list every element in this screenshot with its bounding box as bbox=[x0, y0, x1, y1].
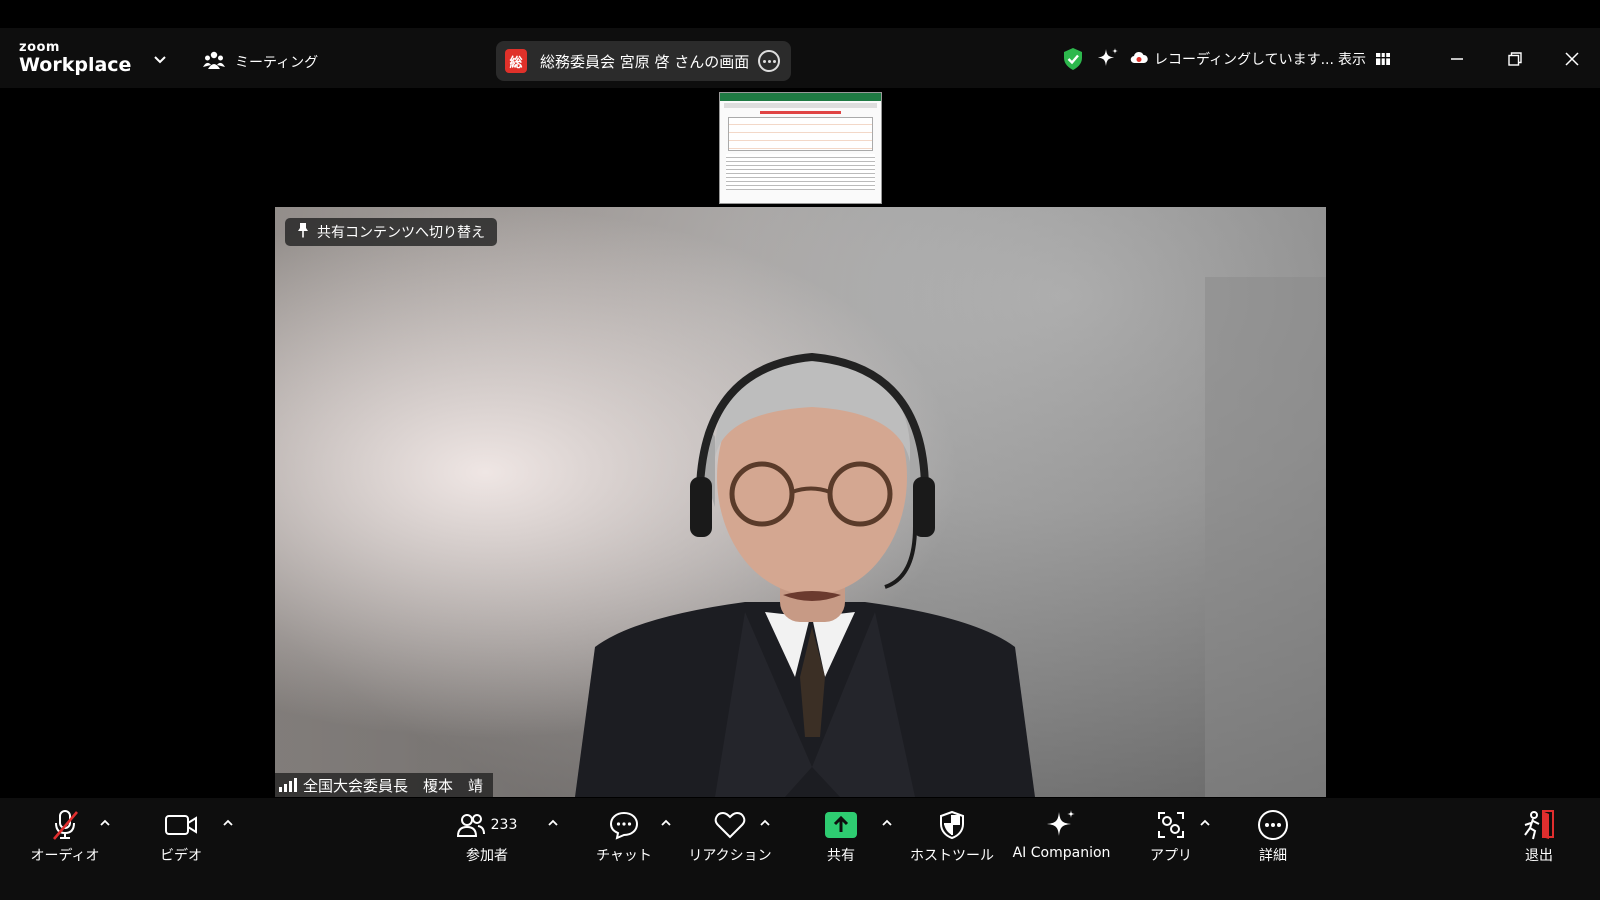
meeting-menu[interactable]: ミーティング bbox=[203, 50, 318, 74]
apps-grid-icon bbox=[1156, 808, 1186, 842]
host-tools-label: ホストツール bbox=[910, 848, 994, 864]
video-camera-icon bbox=[164, 808, 198, 842]
participants-button[interactable]: 233 参加者 bbox=[432, 808, 542, 865]
window-top-strip bbox=[0, 0, 1600, 28]
logo-workplace-text: Workplace bbox=[19, 54, 132, 76]
reactions-label: リアクション bbox=[688, 848, 772, 864]
participant-name: 全国大会委員長 榎本 靖 bbox=[303, 776, 484, 795]
active-speaker-video[interactable]: 共有コンテンツへ切り替え 全国大会委員長 榎本 靖 bbox=[275, 207, 1326, 797]
signal-strength-icon bbox=[279, 778, 297, 792]
participant-name-tag: 全国大会委員長 榎本 靖 bbox=[275, 773, 494, 797]
view-menu[interactable]: 表示 bbox=[1338, 46, 1390, 72]
pin-icon bbox=[297, 222, 309, 242]
leave-door-icon bbox=[1522, 808, 1556, 842]
audio-label: オーディオ bbox=[30, 848, 100, 864]
chat-bubble-icon bbox=[609, 808, 639, 842]
more-ellipsis-icon bbox=[1257, 808, 1289, 842]
cloud-recording-status[interactable]: レコーディングしています... bbox=[1130, 46, 1334, 72]
more-options-icon[interactable] bbox=[758, 50, 780, 72]
security-shield-icon[interactable] bbox=[1062, 46, 1084, 72]
screen-share-indicator[interactable]: 総 総務委員会 宮原 啓 さんの画面 bbox=[496, 41, 791, 81]
sharer-avatar-badge: 総 bbox=[505, 49, 527, 73]
cloud-recording-icon bbox=[1130, 50, 1148, 69]
share-arrow-icon bbox=[825, 808, 857, 842]
chat-options-caret-icon[interactable] bbox=[659, 815, 673, 829]
apps-label: アプリ bbox=[1150, 848, 1192, 864]
minimize-icon[interactable] bbox=[1446, 48, 1468, 70]
chat-label: チャット bbox=[596, 848, 652, 864]
participants-count: 233 bbox=[490, 817, 518, 833]
logo-zoom-text: zoom bbox=[19, 40, 60, 55]
restore-icon[interactable] bbox=[1504, 48, 1526, 70]
view-label: 表示 bbox=[1338, 52, 1366, 68]
switch-label: 共有コンテンツへ切り替え bbox=[317, 225, 485, 241]
more-label: 詳細 bbox=[1259, 848, 1287, 864]
host-tools-button[interactable]: ホストツール bbox=[897, 808, 1007, 865]
ai-companion-sparkle-icon bbox=[1046, 808, 1078, 842]
leave-label: 退出 bbox=[1525, 848, 1553, 864]
video-button[interactable]: ビデオ bbox=[126, 808, 236, 865]
recording-status-text: レコーディングしています... bbox=[1154, 52, 1334, 68]
people-group-icon bbox=[203, 50, 225, 74]
leave-meeting-button[interactable]: 退出 bbox=[1484, 808, 1594, 865]
ai-sparkle-icon[interactable] bbox=[1096, 46, 1120, 72]
video-options-caret-icon[interactable] bbox=[221, 815, 235, 829]
close-icon[interactable] bbox=[1561, 48, 1583, 70]
reactions-options-caret-icon[interactable] bbox=[758, 815, 772, 829]
microphone-muted-icon bbox=[50, 808, 80, 842]
heart-icon bbox=[714, 808, 746, 842]
audio-options-caret-icon[interactable] bbox=[98, 815, 112, 829]
more-button[interactable]: 詳細 bbox=[1218, 808, 1328, 865]
shared-screen-thumbnail[interactable] bbox=[719, 92, 882, 204]
speaker-video-feed bbox=[275, 207, 1326, 797]
meeting-label: ミーティング bbox=[235, 55, 319, 71]
ai-companion-button[interactable]: AI Companion bbox=[1004, 808, 1119, 861]
participants-options-caret-icon[interactable] bbox=[546, 815, 560, 829]
chevron-down-icon[interactable] bbox=[150, 50, 170, 70]
video-label: ビデオ bbox=[160, 848, 202, 864]
share-label: 共有 bbox=[827, 848, 855, 864]
share-options-caret-icon[interactable] bbox=[880, 815, 894, 829]
participants-label: 参加者 bbox=[466, 848, 508, 864]
ai-companion-label: AI Companion bbox=[1012, 845, 1111, 861]
share-title: 総務委員会 宮原 啓 さんの画面 bbox=[540, 52, 750, 71]
apps-options-caret-icon[interactable] bbox=[1198, 815, 1212, 829]
switch-to-shared-content-button[interactable]: 共有コンテンツへ切り替え bbox=[285, 218, 497, 246]
host-shield-icon bbox=[939, 808, 965, 842]
zoom-workplace-logo[interactable]: zoom Workplace bbox=[19, 41, 131, 75]
participants-icon-with-count: 233 bbox=[456, 808, 518, 842]
gallery-view-icon bbox=[1376, 50, 1390, 69]
